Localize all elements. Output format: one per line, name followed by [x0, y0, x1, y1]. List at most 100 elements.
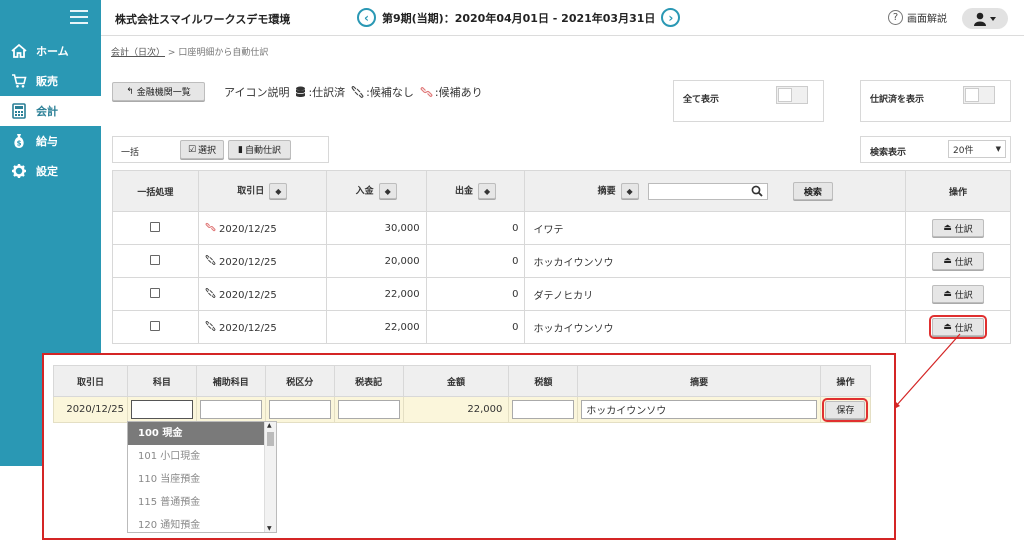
next-period-button[interactable]: ›	[661, 8, 681, 27]
icon-legend: アイコン説明 :仕訳済 :候補なし :候補あり	[224, 84, 483, 100]
memo-input[interactable]: ホッカイウンソウ	[581, 400, 817, 419]
row-checkbox[interactable]	[150, 221, 161, 232]
svg-text:$: $	[17, 140, 22, 148]
row-checkbox[interactable]	[150, 287, 161, 298]
sidebar-item-home[interactable]: ホーム	[0, 36, 101, 66]
legend-has-candidate: :候補あり	[420, 84, 483, 100]
show-all-toggle[interactable]	[776, 86, 808, 104]
show-all-label: 全て表示	[683, 95, 720, 105]
table-row: 2020/12/25 30,000 0 イワテ ⏏ 仕訳	[112, 211, 1011, 245]
row-memo: ホッカイウンソウ	[524, 244, 907, 278]
sort-in-button[interactable]: ◆	[378, 183, 397, 199]
row-out: 0	[425, 310, 526, 344]
help-label: 画面解説	[907, 14, 947, 25]
row-in: 20,000	[325, 244, 427, 278]
link-icon	[205, 222, 216, 231]
tax-category-input[interactable]	[268, 400, 331, 419]
bank-list-button[interactable]: ↰ 金融機関一覧	[112, 82, 205, 101]
sidebar-item-payroll[interactable]: $ 給与	[0, 126, 101, 156]
table-header-row: 一括処理 取引日 ◆ 入金 ◆ 出金 ◆ 摘要 ◆ 検索 操作	[112, 170, 1011, 212]
journal-button[interactable]: ⏏ 仕訳	[932, 252, 985, 270]
tax-amount-input[interactable]	[512, 400, 575, 419]
select-button[interactable]: ☑ 選択	[180, 140, 224, 159]
tax-notation-input[interactable]	[337, 400, 400, 419]
table-row: 2020/12/25 22,000 0 ホッカイウンソウ ⏏ 仕訳	[112, 310, 1011, 344]
legend-journaled: :仕訳済	[295, 84, 345, 100]
inbox-icon: ⏏	[943, 256, 952, 266]
auto-journal-button[interactable]: ▮ 自動仕訳	[228, 140, 291, 159]
sort-date-button[interactable]: ◆	[269, 183, 288, 199]
header-date: 取引日 ◆	[197, 170, 327, 212]
legend-has-candidate-label: :候補あり	[434, 86, 483, 99]
gear-icon	[10, 162, 28, 180]
bank-list-label: 金融機関一覧	[136, 88, 191, 98]
help-link[interactable]: ? 画面解説	[888, 10, 947, 25]
header-op: 操作	[905, 170, 1011, 212]
calculator-icon	[10, 102, 28, 120]
inbox-icon: ⏏	[943, 322, 952, 332]
row-date: 2020/12/25	[219, 289, 277, 301]
journal-button[interactable]: ⏏ 仕訳	[932, 285, 985, 303]
display-count-select[interactable]: 20件 ▼	[948, 140, 1006, 158]
sort-out-button[interactable]: ◆	[478, 183, 497, 199]
dropdown-option[interactable]: 100 現金	[128, 422, 264, 445]
breadcrumb-link-accounting[interactable]: 会計（日次）	[111, 48, 165, 58]
save-button[interactable]: 保存	[822, 397, 869, 422]
account-dropdown: 100 現金 101 小口現金 110 当座預金 115 普通預金 120 通知…	[127, 421, 277, 533]
help-icon: ?	[888, 10, 903, 25]
legend-journaled-label: :仕訳済	[308, 86, 346, 99]
dropdown-scrollbar[interactable]: ▲ ▼	[264, 422, 276, 532]
row-memo: イワテ	[524, 211, 907, 245]
prev-period-button[interactable]: ‹	[357, 8, 376, 27]
row-in: 22,000	[325, 277, 427, 311]
entry-header-memo: 摘要	[577, 365, 821, 397]
user-icon	[974, 12, 996, 26]
journal-entry-table: 取引日 科目 補助科目 税区分 税表記 金額 税額 摘要 操作 2020/12/…	[53, 365, 872, 423]
row-out: 0	[425, 277, 526, 311]
sidebar-item-label: 設定	[36, 165, 58, 178]
scroll-up-icon: ▲	[267, 422, 272, 429]
sidebar-item-accounting[interactable]: 会計	[0, 96, 101, 126]
search-icon	[751, 185, 763, 197]
sub-account-input[interactable]	[199, 400, 262, 419]
file-icon: ▮	[238, 144, 243, 155]
sidebar-item-label: 給与	[36, 135, 58, 148]
period-label: 第9期(当期)：2020年04月01日 - 2021年03月31日	[382, 11, 656, 25]
company-name: 株式会社スマイルワークスデモ環境	[115, 13, 291, 26]
dropdown-option[interactable]: 115 普通預金	[128, 491, 264, 514]
sort-memo-button[interactable]: ◆	[620, 183, 639, 199]
scroll-down-icon: ▼	[267, 525, 272, 532]
entry-header-op: 操作	[819, 365, 872, 397]
dropdown-option[interactable]: 101 小口現金	[128, 445, 264, 468]
back-arrow-icon: ↰	[126, 86, 134, 97]
show-journaled-panel: 仕訳済を表示	[860, 80, 1011, 122]
broken-link-icon	[205, 287, 216, 298]
cart-icon	[10, 72, 28, 90]
broken-link-icon	[205, 254, 216, 265]
header-memo: 摘要 ◆ 検索	[524, 170, 907, 212]
transactions-table: 一括処理 取引日 ◆ 入金 ◆ 出金 ◆ 摘要 ◆ 検索 操作 2020/12/25 3…	[112, 170, 1011, 344]
money-bag-icon: $	[10, 132, 28, 150]
account-input[interactable]	[130, 400, 193, 419]
row-checkbox[interactable]	[150, 320, 161, 331]
callout-connector-line	[892, 333, 961, 410]
dropdown-option[interactable]: 120 通知預金	[128, 514, 264, 532]
row-date: 2020/12/25	[219, 322, 277, 334]
scrollbar-thumb[interactable]	[267, 432, 274, 446]
dropdown-option[interactable]: 110 当座預金	[128, 468, 264, 491]
search-button[interactable]: 検索	[792, 182, 833, 200]
top-header: 株式会社スマイルワークスデモ環境 ‹ 第9期(当期)：2020年04月01日 -…	[101, 0, 1024, 36]
breadcrumb: 会計（日次） > 口座明細から自動仕訳	[111, 45, 268, 58]
row-checkbox[interactable]	[150, 254, 161, 265]
journal-button[interactable]: ⏏ 仕訳	[932, 219, 985, 237]
sidebar-item-sales[interactable]: 販売	[0, 66, 101, 96]
entry-header-sub-account: 補助科目	[195, 365, 266, 397]
user-menu-button[interactable]	[962, 8, 1008, 29]
row-out: 0	[425, 244, 526, 278]
entry-header-account: 科目	[126, 365, 197, 397]
bulk-panel: 一括 ☑ 選択 ▮ 自動仕訳	[112, 136, 329, 163]
memo-search-input[interactable]	[647, 182, 768, 200]
sidebar-item-settings[interactable]: 設定	[0, 156, 101, 186]
menu-icon[interactable]	[70, 10, 88, 24]
show-journaled-toggle[interactable]	[963, 86, 995, 104]
